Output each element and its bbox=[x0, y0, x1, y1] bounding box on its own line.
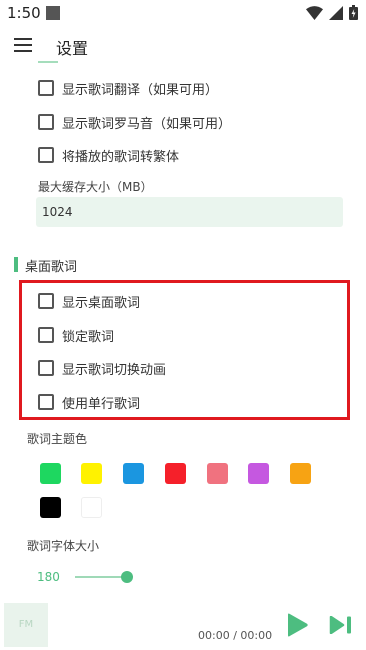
checkbox-label: 将播放的歌词转繁体 bbox=[62, 149, 180, 165]
album-cover[interactable]: FM bbox=[4, 603, 48, 647]
status-time: 1:50 bbox=[7, 4, 41, 22]
color-swatch[interactable] bbox=[123, 463, 144, 484]
status-icons bbox=[306, 5, 358, 20]
color-swatch[interactable] bbox=[40, 463, 61, 484]
checkbox-show-romaji[interactable]: 显示歌词罗马音（如果可用） bbox=[38, 112, 231, 132]
checkbox-label: 显示歌词切换动画 bbox=[62, 362, 167, 378]
checkbox-box[interactable] bbox=[38, 293, 54, 309]
checkbox-label: 锁定歌词 bbox=[62, 329, 115, 345]
playback-time: 00:00 / 00:00 bbox=[198, 629, 273, 642]
section-accent-bar bbox=[14, 257, 18, 272]
app-bar: 设置 bbox=[0, 28, 366, 62]
checkbox-label: 使用单行歌词 bbox=[62, 396, 141, 412]
cache-size-label: 最大缓存大小（MB） bbox=[38, 180, 153, 194]
color-swatch[interactable] bbox=[165, 463, 186, 484]
divider bbox=[38, 61, 58, 63]
section-title-desktop-lyrics: 桌面歌词 bbox=[25, 260, 78, 275]
mini-player: FM 00:00 / 00:00 bbox=[0, 600, 366, 650]
cache-size-input[interactable] bbox=[36, 197, 343, 227]
checkbox-traditional-chinese[interactable]: 将播放的歌词转繁体 bbox=[38, 145, 179, 165]
checkbox-label: 显示歌词翻译（如果可用） bbox=[62, 82, 219, 98]
status-bar: 1:50 bbox=[0, 0, 366, 28]
play-icon[interactable] bbox=[285, 613, 309, 637]
checkbox-show-desktop-lyrics[interactable]: 显示桌面歌词 bbox=[38, 291, 140, 311]
font-size-slider-track[interactable] bbox=[75, 576, 127, 578]
color-swatch[interactable] bbox=[290, 463, 311, 484]
font-size-label: 歌词字体大小 bbox=[27, 539, 100, 553]
checkbox-box[interactable] bbox=[38, 360, 54, 376]
checkbox-lyrics-animation[interactable]: 显示歌词切换动画 bbox=[38, 358, 166, 378]
font-size-value: 180 bbox=[37, 570, 60, 584]
checkbox-label: 显示歌词罗马音（如果可用） bbox=[62, 116, 232, 132]
checkbox-box[interactable] bbox=[38, 327, 54, 343]
wifi-icon bbox=[306, 5, 323, 20]
color-swatch[interactable] bbox=[81, 463, 102, 484]
font-size-slider-thumb[interactable] bbox=[121, 571, 133, 583]
page-title: 设置 bbox=[56, 39, 89, 58]
signal-icon bbox=[329, 5, 343, 20]
color-swatch[interactable] bbox=[207, 463, 228, 484]
checkbox-show-translation[interactable]: 显示歌词翻译（如果可用） bbox=[38, 78, 218, 98]
color-swatch[interactable] bbox=[81, 497, 102, 518]
notification-icon bbox=[46, 6, 60, 20]
battery-icon bbox=[349, 5, 358, 20]
theme-color-label: 歌词主题色 bbox=[27, 432, 88, 446]
checkbox-box[interactable] bbox=[38, 147, 54, 163]
checkbox-lock-lyrics[interactable]: 锁定歌词 bbox=[38, 325, 114, 345]
skip-next-icon[interactable] bbox=[329, 616, 353, 634]
color-swatch[interactable] bbox=[248, 463, 269, 484]
checkbox-single-line-lyrics[interactable]: 使用单行歌词 bbox=[38, 392, 140, 412]
hamburger-menu-icon[interactable] bbox=[14, 38, 32, 52]
color-swatch[interactable] bbox=[40, 497, 61, 518]
checkbox-box[interactable] bbox=[38, 80, 54, 96]
checkbox-box[interactable] bbox=[38, 114, 54, 130]
checkbox-box[interactable] bbox=[38, 394, 54, 410]
checkbox-label: 显示桌面歌词 bbox=[62, 295, 141, 311]
